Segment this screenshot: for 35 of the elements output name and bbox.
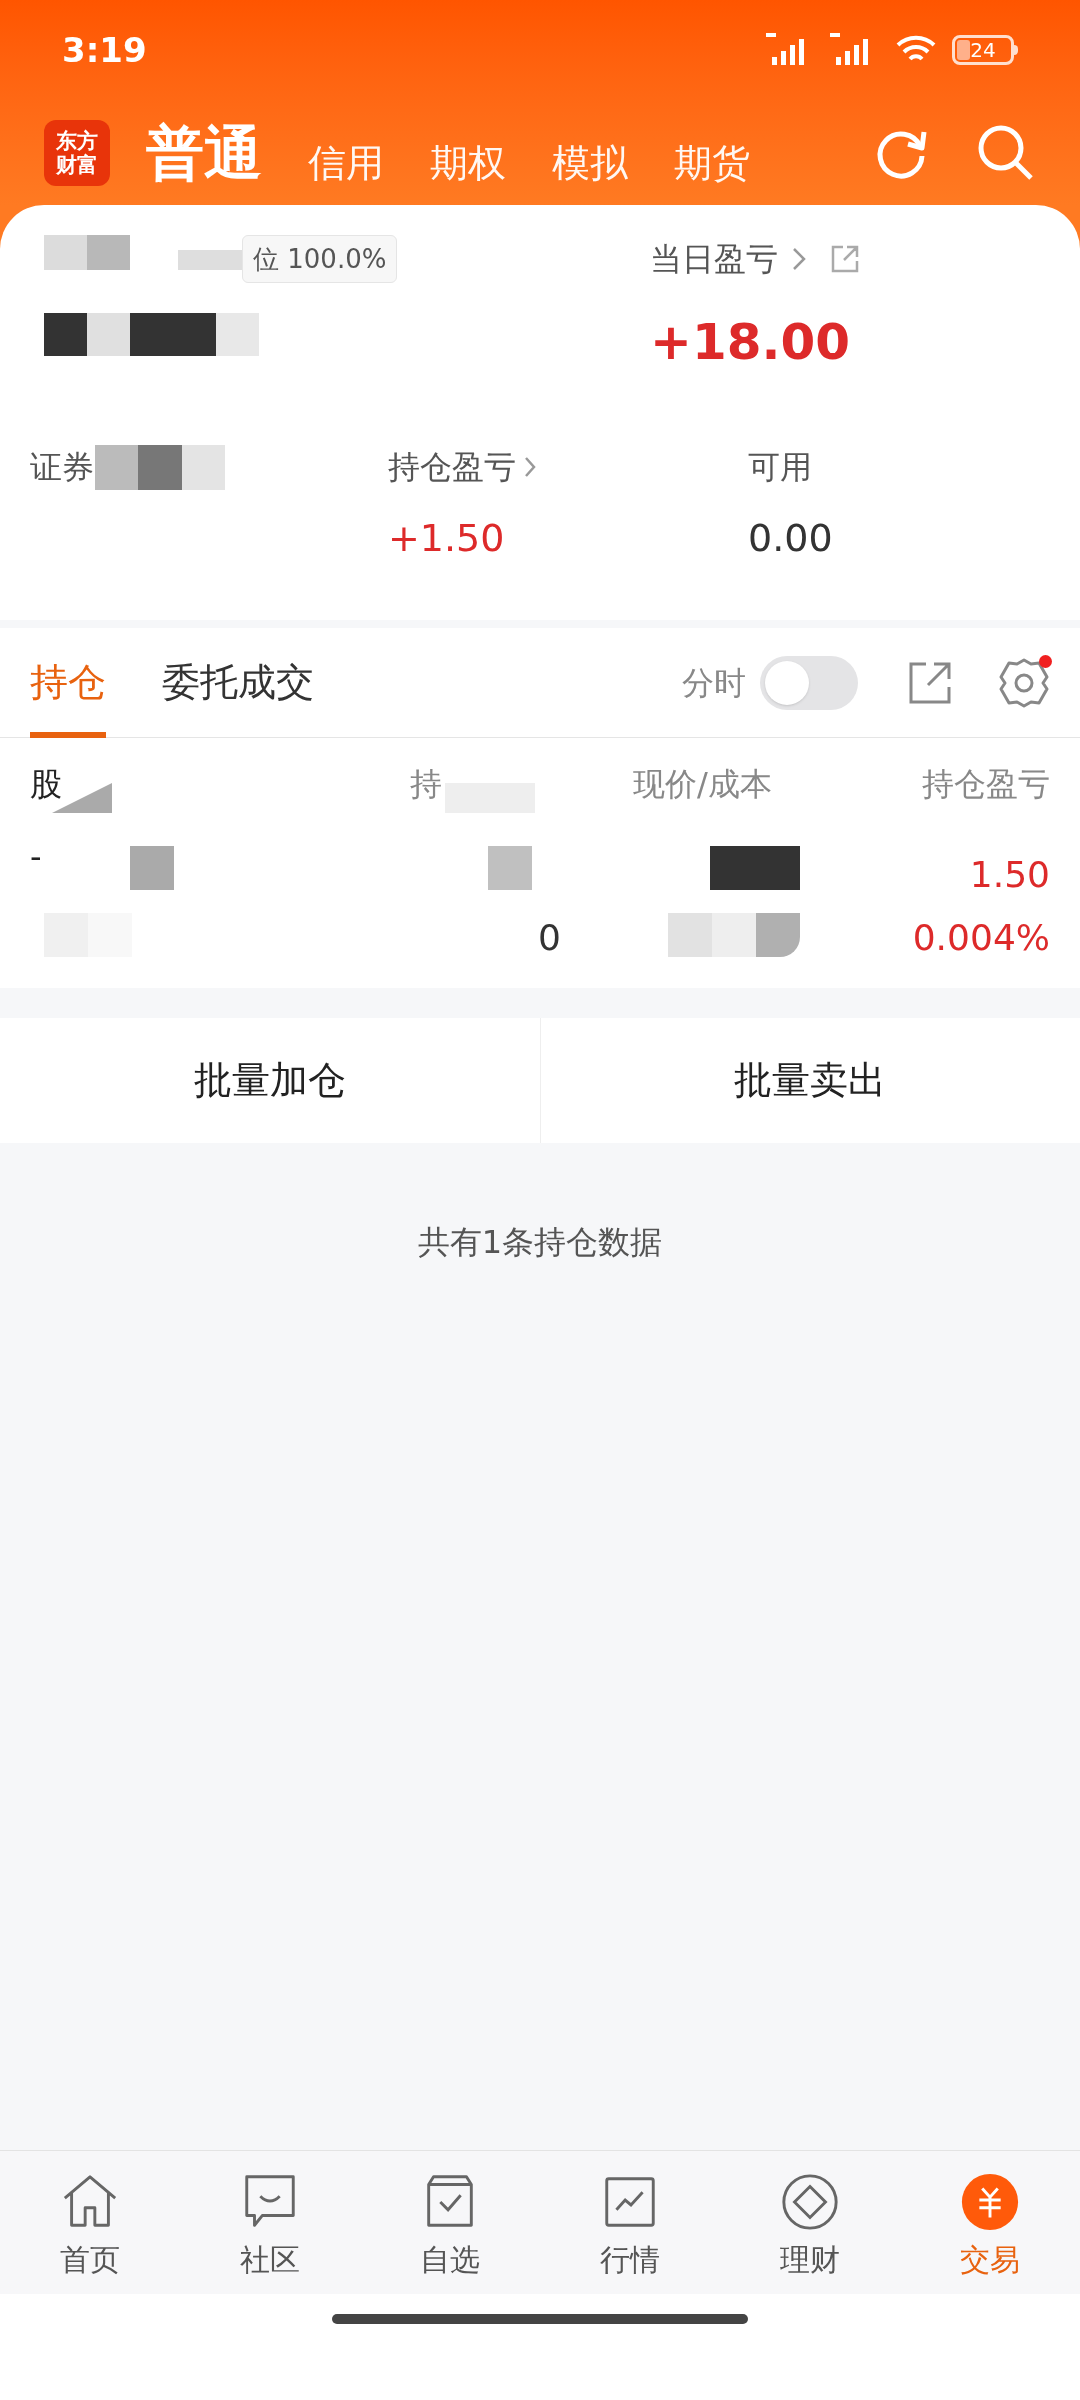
intraday-toggle[interactable] — [760, 655, 858, 710]
intraday-label: 分时 — [682, 662, 746, 704]
available-value: 0.00 — [748, 515, 833, 562]
column-header: 现价/成本 — [633, 764, 772, 805]
holding-pnl-value: +1.50 — [388, 515, 505, 562]
market-value-label: 证券 — [30, 447, 94, 488]
column-header: 持仓盈亏 — [922, 764, 1050, 805]
summary-text: 共有1条持仓数据 — [417, 1222, 663, 1263]
available-label: 可用 — [748, 447, 812, 488]
daily-pnl-label[interactable]: 当日盈亏 — [650, 235, 778, 283]
nav-item[interactable]: 社区 — [180, 2151, 360, 2294]
yuan-icon — [959, 2171, 1021, 2233]
app-logo: 东方 财富 — [44, 119, 110, 186]
section-tab[interactable]: 委托成交 — [162, 627, 314, 738]
table-cell-text: 1.50 — [969, 853, 1050, 897]
nav-item[interactable]: 理财 — [720, 2151, 900, 2294]
chevron-icon — [792, 247, 806, 271]
table-cell-text: 0 — [538, 916, 561, 960]
nav-item[interactable]: 行情 — [540, 2151, 720, 2294]
daily-pnl-value: +18.00 — [650, 312, 851, 373]
nav-item[interactable]: 首页 — [0, 2151, 180, 2294]
mosaic-drawing — [488, 846, 532, 890]
table-cell-text: - — [30, 837, 42, 878]
share-icon[interactable] — [908, 660, 952, 705]
share-icon[interactable] — [830, 244, 860, 274]
settings-icon[interactable] — [998, 656, 1050, 709]
column-header: 股 — [30, 764, 62, 805]
chevron-icon — [524, 456, 536, 478]
mosaic-drawing — [130, 846, 174, 890]
table-cell-text: 0.004% — [912, 916, 1050, 960]
position-ratio-badge: 位 100.0% — [242, 235, 398, 283]
nav-item[interactable]: 自选 — [360, 2151, 540, 2294]
status-time: 3:19 — [62, 28, 147, 72]
column-header: 持 — [410, 764, 442, 805]
holding-pnl-label[interactable]: 持仓盈亏 — [388, 443, 516, 491]
